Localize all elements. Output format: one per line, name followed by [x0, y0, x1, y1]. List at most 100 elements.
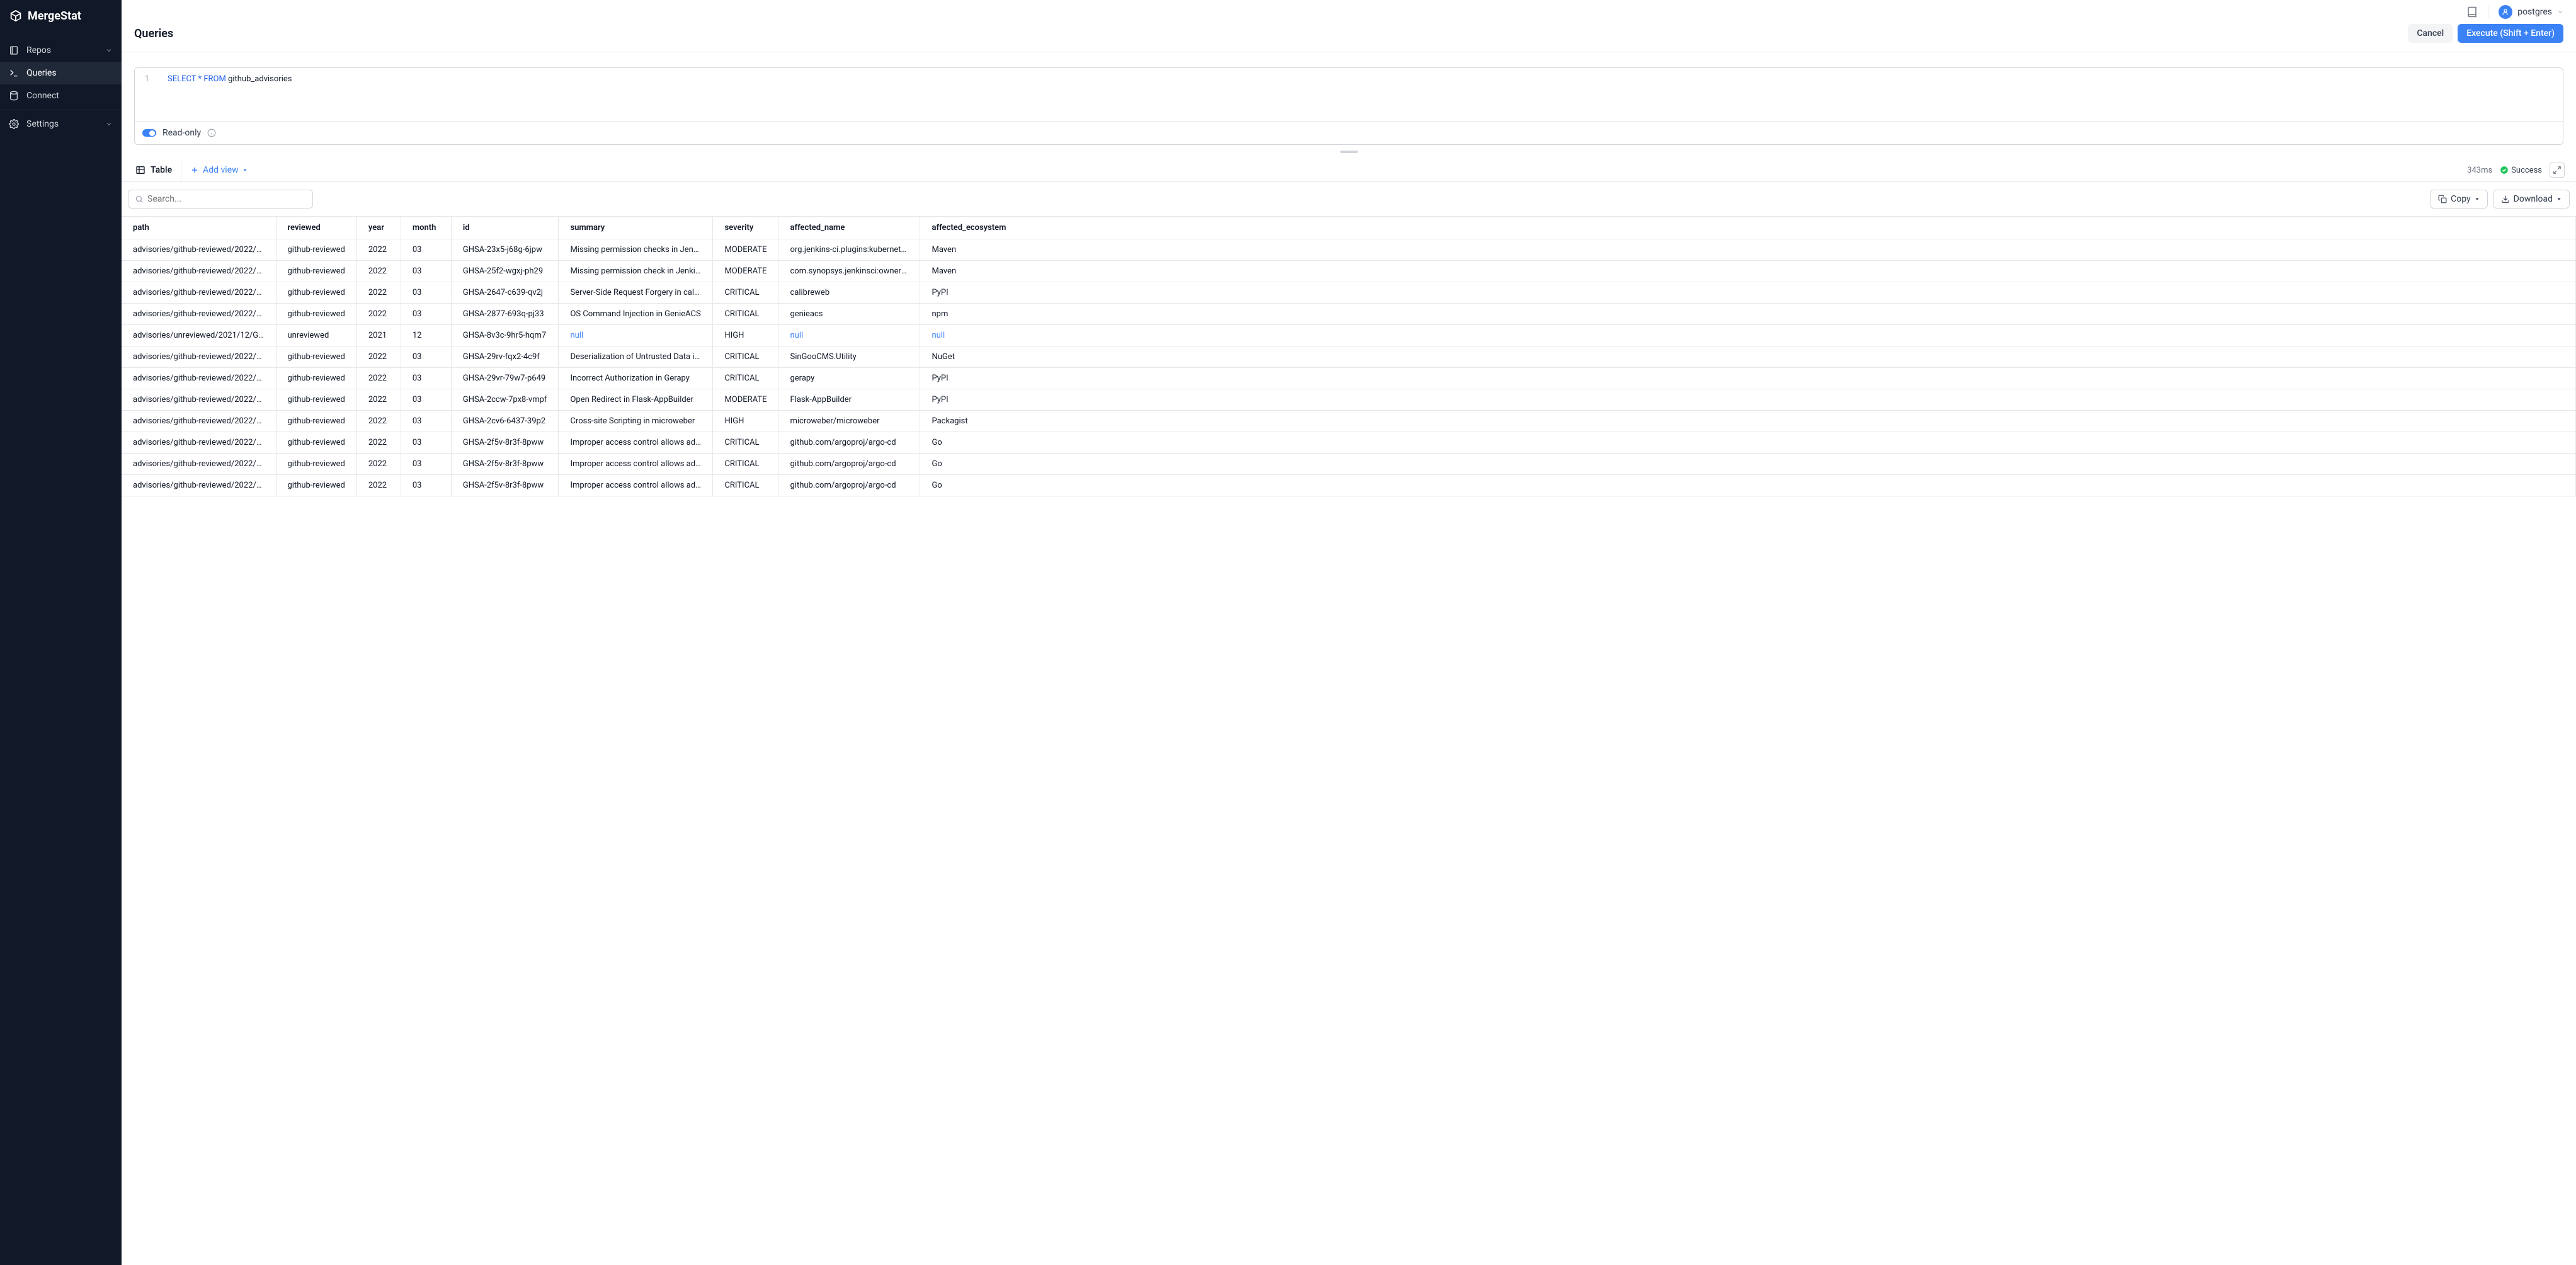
sidebar-item-queries[interactable]: Queries [0, 62, 122, 84]
sidebar-item-settings[interactable]: Settings [0, 113, 122, 135]
table-cell[interactable]: advisories/github-reviewed/2022/03/... [122, 239, 276, 261]
table-row[interactable]: advisories/github-reviewed/2022/03/...gi… [122, 282, 2576, 304]
col-header[interactable]: month [401, 217, 451, 239]
table-cell[interactable]: github-reviewed [276, 389, 356, 411]
table-cell[interactable]: Cross-site Scripting in microweber [559, 411, 713, 432]
col-header[interactable]: path [122, 217, 276, 239]
table-cell[interactable]: null [920, 325, 2576, 346]
col-header[interactable]: summary [559, 217, 713, 239]
table-row[interactable]: advisories/github-reviewed/2022/03/...gi… [122, 261, 2576, 282]
table-cell[interactable]: Go [920, 454, 2576, 475]
table-cell[interactable]: Server-Side Request Forgery in calibre..… [559, 282, 713, 304]
table-cell[interactable]: GHSA-2f5v-8r3f-8pww [451, 432, 559, 454]
table-cell[interactable]: GHSA-2f5v-8r3f-8pww [451, 475, 559, 496]
table-cell[interactable]: NuGet [920, 346, 2576, 368]
table-cell[interactable]: Go [920, 475, 2576, 496]
table-cell[interactable]: Maven [920, 239, 2576, 261]
table-cell[interactable]: 03 [401, 475, 451, 496]
table-cell[interactable]: GHSA-29rv-fqx2-4c9f [451, 346, 559, 368]
table-cell[interactable]: github.com/argoproj/argo-cd [778, 475, 920, 496]
table-cell[interactable]: GHSA-2ccw-7px8-vmpf [451, 389, 559, 411]
table-cell[interactable]: github-reviewed [276, 454, 356, 475]
execute-button[interactable]: Execute (Shift + Enter) [2458, 24, 2563, 43]
table-cell[interactable]: advisories/github-reviewed/2022/03/... [122, 411, 276, 432]
readonly-toggle[interactable] [142, 129, 156, 137]
table-cell[interactable]: null [778, 325, 920, 346]
expand-button[interactable] [2550, 163, 2565, 178]
table-cell[interactable]: PyPI [920, 389, 2576, 411]
table-row[interactable]: advisories/github-reviewed/2022/03/...gi… [122, 432, 2576, 454]
add-view-button[interactable]: Add view [181, 159, 256, 181]
table-cell[interactable]: unreviewed [276, 325, 356, 346]
col-header[interactable]: reviewed [276, 217, 356, 239]
table-cell[interactable]: 03 [401, 261, 451, 282]
table-cell[interactable]: Open Redirect in Flask-AppBuilder [559, 389, 713, 411]
table-cell[interactable]: advisories/github-reviewed/2022/03/... [122, 454, 276, 475]
table-cell[interactable]: github-reviewed [276, 475, 356, 496]
table-cell[interactable]: CRITICAL [713, 282, 778, 304]
table-cell[interactable]: 2022 [356, 389, 401, 411]
table-cell[interactable]: github-reviewed [276, 432, 356, 454]
table-row[interactable]: advisories/github-reviewed/2022/03/...gi… [122, 239, 2576, 261]
table-row[interactable]: advisories/github-reviewed/2022/03/...gi… [122, 475, 2576, 496]
table-cell[interactable]: Maven [920, 261, 2576, 282]
results-table-wrap[interactable]: path reviewed year month id summary seve… [122, 216, 2576, 1265]
table-cell[interactable]: OS Command Injection in GenieACS [559, 304, 713, 325]
table-cell[interactable]: MODERATE [713, 389, 778, 411]
table-cell[interactable]: 2022 [356, 368, 401, 389]
table-cell[interactable]: advisories/github-reviewed/2022/03/... [122, 261, 276, 282]
table-cell[interactable]: com.synopsys.jenkinsci:ownership [778, 261, 920, 282]
table-cell[interactable]: Go [920, 432, 2576, 454]
col-header[interactable]: affected_name [778, 217, 920, 239]
table-cell[interactable]: 2022 [356, 239, 401, 261]
table-cell[interactable]: GHSA-8v3c-9hr5-hqm7 [451, 325, 559, 346]
table-cell[interactable]: Improper access control allows admin ... [559, 432, 713, 454]
table-cell[interactable]: Flask-AppBuilder [778, 389, 920, 411]
table-cell[interactable]: github-reviewed [276, 261, 356, 282]
table-cell[interactable]: 2022 [356, 261, 401, 282]
table-cell[interactable]: github.com/argoproj/argo-cd [778, 454, 920, 475]
table-cell[interactable]: Packagist [920, 411, 2576, 432]
copy-button[interactable]: Copy [2430, 190, 2488, 209]
table-cell[interactable]: GHSA-29vr-79w7-p649 [451, 368, 559, 389]
table-cell[interactable]: 03 [401, 368, 451, 389]
table-cell[interactable]: PyPI [920, 368, 2576, 389]
table-cell[interactable]: 03 [401, 432, 451, 454]
table-cell[interactable]: github-reviewed [276, 304, 356, 325]
table-cell[interactable]: 2022 [356, 454, 401, 475]
table-cell[interactable]: GHSA-2877-693q-pj33 [451, 304, 559, 325]
table-cell[interactable]: HIGH [713, 325, 778, 346]
table-cell[interactable]: Missing permission checks in Jenkins k..… [559, 239, 713, 261]
table-cell[interactable]: Deserialization of Untrusted Data in Si.… [559, 346, 713, 368]
table-cell[interactable]: github-reviewed [276, 282, 356, 304]
table-cell[interactable]: PyPI [920, 282, 2576, 304]
table-cell[interactable]: advisories/github-reviewed/2022/03/... [122, 389, 276, 411]
table-cell[interactable]: MODERATE [713, 261, 778, 282]
col-header[interactable]: year [356, 217, 401, 239]
table-cell[interactable]: Missing permission check in Jenkins Jo..… [559, 261, 713, 282]
table-cell[interactable]: 03 [401, 282, 451, 304]
table-cell[interactable]: calibreweb [778, 282, 920, 304]
table-cell[interactable]: 12 [401, 325, 451, 346]
table-cell[interactable]: 03 [401, 239, 451, 261]
col-header[interactable]: severity [713, 217, 778, 239]
drag-handle[interactable] [122, 145, 2576, 159]
table-cell[interactable]: CRITICAL [713, 304, 778, 325]
table-cell[interactable]: CRITICAL [713, 432, 778, 454]
table-cell[interactable]: GHSA-25f2-wgxj-ph29 [451, 261, 559, 282]
table-cell[interactable]: MODERATE [713, 239, 778, 261]
table-row[interactable]: advisories/github-reviewed/2022/03/...gi… [122, 389, 2576, 411]
user-menu[interactable]: postgres [2499, 5, 2563, 19]
table-cell[interactable]: github.com/argoproj/argo-cd [778, 432, 920, 454]
table-cell[interactable]: Incorrect Authorization in Gerapy [559, 368, 713, 389]
table-cell[interactable]: advisories/github-reviewed/2022/03/... [122, 346, 276, 368]
table-cell[interactable]: advisories/unreviewed/2021/12/GHSA... [122, 325, 276, 346]
table-cell[interactable]: 2022 [356, 475, 401, 496]
search-box[interactable] [128, 190, 313, 209]
table-cell[interactable]: advisories/github-reviewed/2022/03/... [122, 475, 276, 496]
table-cell[interactable]: 2022 [356, 304, 401, 325]
table-row[interactable]: advisories/github-reviewed/2022/03/...gi… [122, 304, 2576, 325]
table-cell[interactable]: advisories/github-reviewed/2022/03/... [122, 432, 276, 454]
table-cell[interactable]: GHSA-2f5v-8r3f-8pww [451, 454, 559, 475]
table-cell[interactable]: CRITICAL [713, 346, 778, 368]
